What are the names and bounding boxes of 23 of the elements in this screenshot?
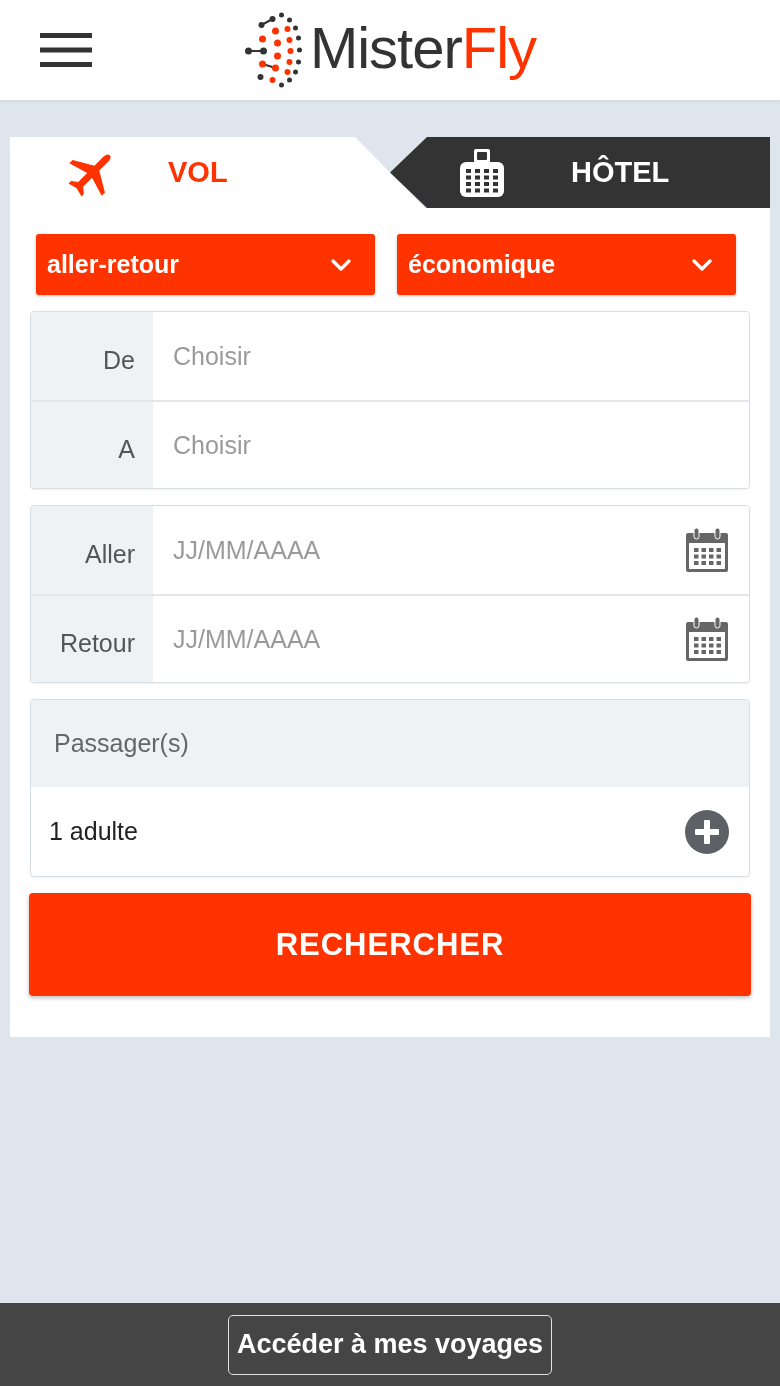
- dropdown-select[interactable]: aller-retour: [36, 234, 375, 295]
- calendar-icon[interactable]: [685, 528, 729, 572]
- menu-icon[interactable]: [40, 33, 92, 67]
- tab[interactable]: VOL: [10, 137, 425, 208]
- passenger-count: 1 adulte: [49, 817, 138, 846]
- field-label: Aller: [31, 506, 153, 594]
- dropdown-select[interactable]: économique: [397, 234, 736, 295]
- tab[interactable]: HÔTEL: [390, 137, 770, 208]
- search-button[interactable]: RECHERCHER: [29, 893, 751, 996]
- logo-icon: [243, 11, 302, 89]
- date-field[interactable]: JJ/MM/AAAA: [153, 506, 749, 594]
- plus-icon[interactable]: [685, 809, 729, 854]
- my-trips-button[interactable]: Accéder à mes voyages: [227, 1314, 553, 1375]
- location-field[interactable]: Choisir: [153, 312, 749, 400]
- calendar-icon[interactable]: [685, 617, 729, 661]
- field-label: De: [31, 312, 153, 400]
- date-field[interactable]: JJ/MM/AAAA: [153, 596, 749, 682]
- field-label: A: [31, 402, 153, 488]
- location-field[interactable]: Choisir: [153, 402, 749, 488]
- passengers-header: Passager(s): [31, 700, 749, 787]
- hotel-building-icon: [458, 148, 506, 197]
- field-label: Retour: [31, 596, 153, 682]
- logo-wordmark: MisterFly: [309, 19, 537, 81]
